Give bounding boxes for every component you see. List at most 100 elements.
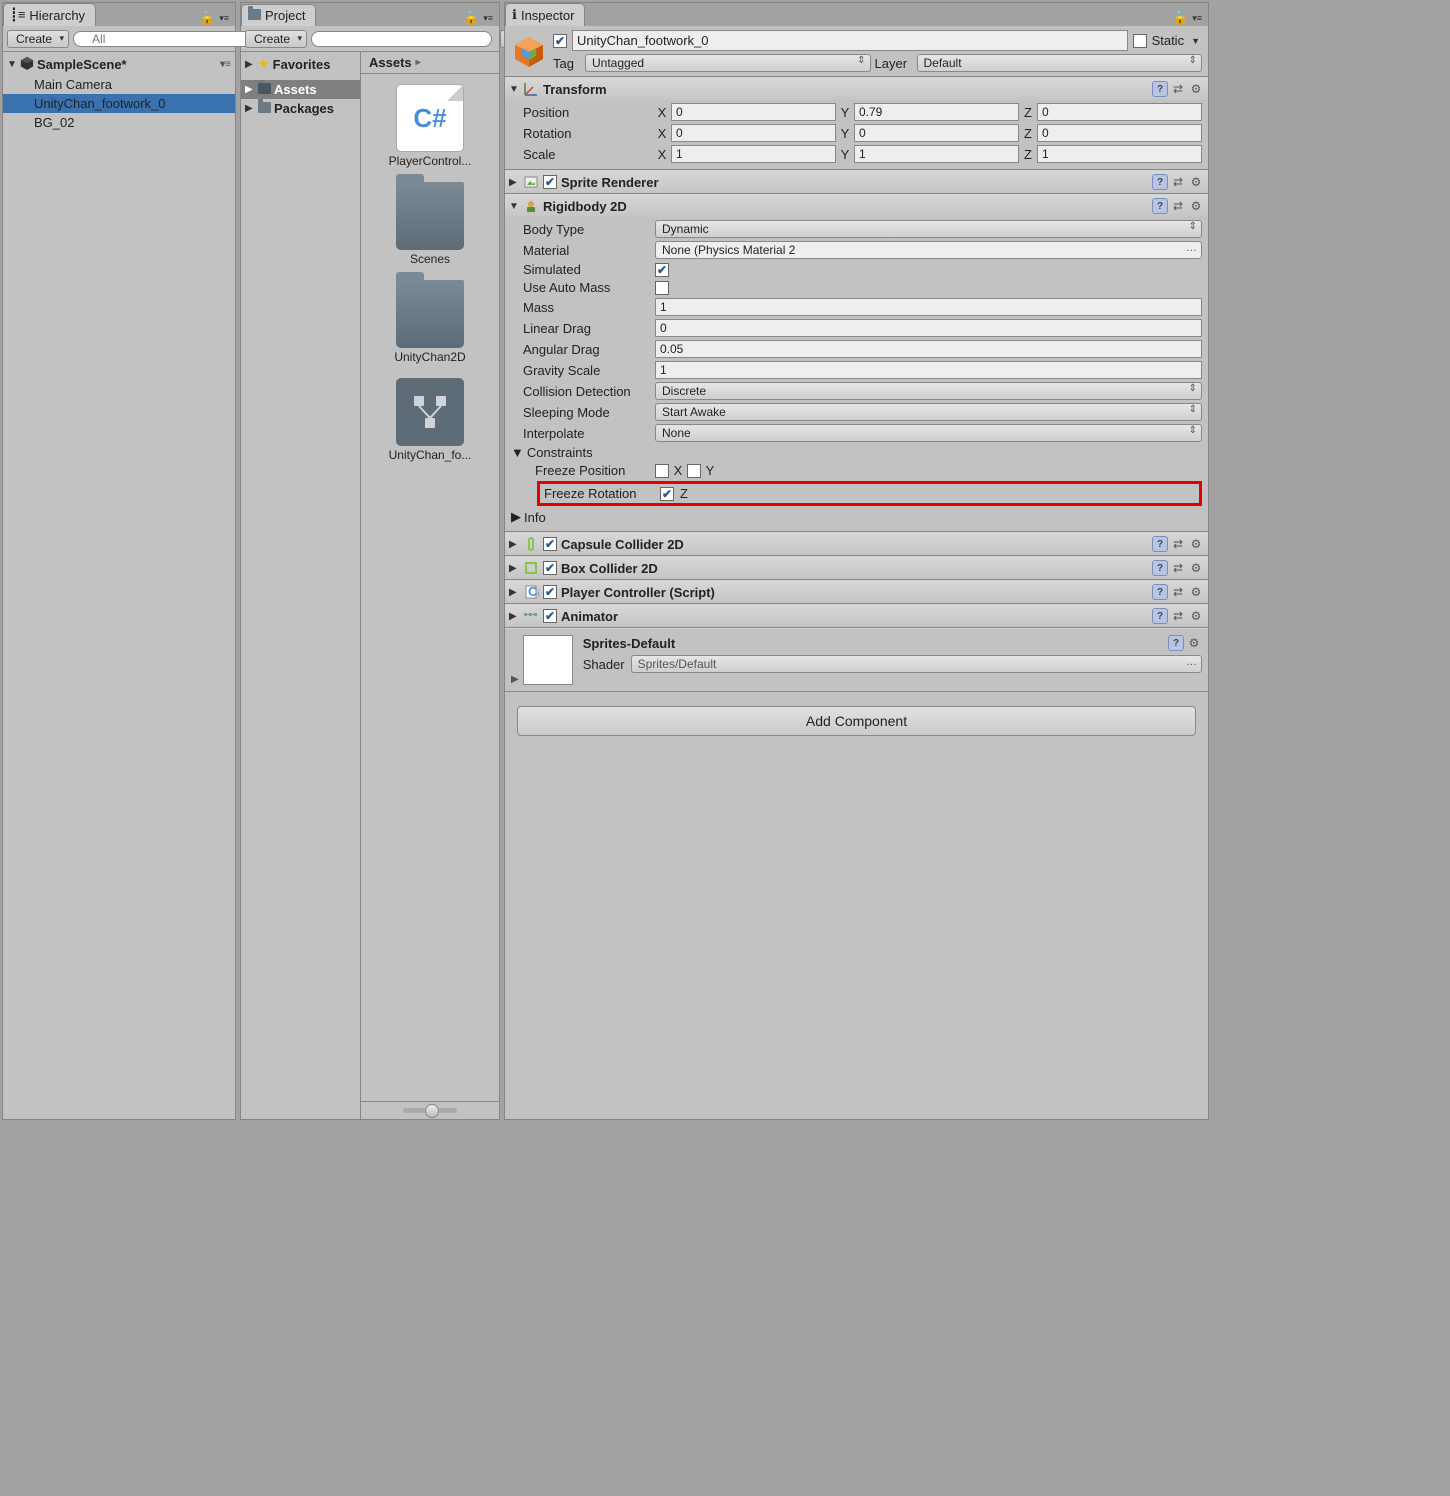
scale-x-input[interactable] [671,145,836,163]
expand-icon[interactable]: ▶ [509,177,519,188]
project-create-button[interactable]: Create [245,30,307,48]
scale-y-input[interactable] [854,145,1019,163]
project-tab[interactable]: Project [241,4,316,26]
collision-detection-dropdown[interactable]: Discrete [655,382,1202,400]
context-menu-icon[interactable]: ▾≡ [481,13,495,24]
gear-icon[interactable]: ⚙ [1188,584,1204,600]
assets-breadcrumb[interactable]: Assets ▸ [361,52,499,74]
auto-mass-checkbox[interactable] [655,281,669,295]
simulated-checkbox[interactable] [655,263,669,277]
expand-icon[interactable]: ▶ [245,59,255,70]
expand-icon[interactable]: ▶ [245,103,255,114]
material-field[interactable]: None (Physics Material 2 [655,241,1202,259]
collapse-icon[interactable]: ▼ [511,445,524,460]
help-icon[interactable]: ? [1152,560,1168,576]
position-x-input[interactable] [671,103,836,121]
preset-icon[interactable]: ⇄ [1170,174,1186,190]
rotation-z-input[interactable] [1037,124,1202,142]
expand-icon[interactable]: ▶ [245,84,255,95]
sleeping-mode-dropdown[interactable]: Start Awake [655,403,1202,421]
freeze-position-x-checkbox[interactable] [655,464,669,478]
project-folder-assets[interactable]: ▶ Assets [241,80,360,99]
gear-icon[interactable]: ⚙ [1188,174,1204,190]
static-dropdown-icon[interactable]: ▼ [1189,36,1202,46]
interpolate-dropdown[interactable]: None [655,424,1202,442]
sprite-renderer-enabled-checkbox[interactable] [543,175,557,189]
scale-z-input[interactable] [1037,145,1202,163]
collapse-icon[interactable]: ▼ [509,201,519,212]
static-checkbox[interactable] [1133,34,1147,48]
lock-icon[interactable]: 🔒 [1172,10,1188,26]
linear-drag-input[interactable] [655,319,1202,337]
project-folder-packages[interactable]: ▶ Packages [241,99,360,118]
context-menu-icon[interactable]: ▾≡ [217,13,231,24]
asset-playercontroller[interactable]: C# PlayerControl... [375,84,485,168]
material-preview[interactable] [523,635,573,685]
preset-icon[interactable]: ⇄ [1170,608,1186,624]
lock-icon[interactable]: 🔒 [199,10,215,26]
help-icon[interactable]: ? [1168,635,1184,651]
gear-icon[interactable]: ⚙ [1188,608,1204,624]
preset-icon[interactable]: ⇄ [1170,536,1186,552]
shader-dropdown[interactable]: Sprites/Default [631,655,1202,673]
inspector-tab[interactable]: ℹ Inspector [505,3,585,26]
help-icon[interactable]: ? [1152,584,1168,600]
preset-icon[interactable]: ⇄ [1170,198,1186,214]
context-menu-icon[interactable]: ▾≡ [220,59,231,70]
player-controller-enabled-checkbox[interactable] [543,585,557,599]
hierarchy-create-button[interactable]: Create [7,30,69,48]
capsule-collider-enabled-checkbox[interactable] [543,537,557,551]
help-icon[interactable]: ? [1152,536,1168,552]
hierarchy-search-input[interactable] [73,31,254,47]
preset-icon[interactable]: ⇄ [1170,81,1186,97]
help-icon[interactable]: ? [1152,608,1168,624]
collapse-icon[interactable]: ▼ [509,84,519,95]
hierarchy-item-unitychan[interactable]: UnityChan_footwork_0 [3,94,235,113]
gear-icon[interactable]: ⚙ [1188,198,1204,214]
help-icon[interactable]: ? [1152,174,1168,190]
scene-row[interactable]: ▼ SampleScene* ▾≡ [3,54,235,75]
hierarchy-item-main-camera[interactable]: Main Camera [3,75,235,94]
expand-icon[interactable]: ▶ [509,539,519,550]
asset-size-slider[interactable] [403,1108,457,1113]
preset-icon[interactable]: ⇄ [1170,584,1186,600]
asset-unitychan2d[interactable]: UnityChan2D [375,280,485,364]
mass-input[interactable] [655,298,1202,316]
box-collider-enabled-checkbox[interactable] [543,561,557,575]
add-component-button[interactable]: Add Component [517,706,1196,736]
preset-icon[interactable]: ⇄ [1170,560,1186,576]
gear-icon[interactable]: ⚙ [1188,560,1204,576]
lock-icon[interactable]: 🔒 [463,10,479,26]
gameobject-active-checkbox[interactable] [553,34,567,48]
position-z-input[interactable] [1037,103,1202,121]
expand-icon[interactable]: ▶ [511,509,521,525]
gravity-scale-input[interactable] [655,361,1202,379]
hierarchy-tab[interactable]: ┋≡ Hierarchy [3,3,96,26]
layer-dropdown[interactable]: Default [917,54,1203,72]
angular-drag-input[interactable] [655,340,1202,358]
gear-icon[interactable]: ⚙ [1188,81,1204,97]
favorites-row[interactable]: ▶ ★ Favorites [241,54,360,74]
gameobject-name-input[interactable] [572,30,1128,51]
gear-icon[interactable]: ⚙ [1188,536,1204,552]
context-menu-icon[interactable]: ▾≡ [1190,13,1204,24]
freeze-rotation-z-checkbox[interactable] [660,487,674,501]
position-y-input[interactable] [854,103,1019,121]
expand-icon[interactable]: ▼ [7,59,17,70]
hierarchy-item-bg[interactable]: BG_02 [3,113,235,132]
tag-dropdown[interactable]: Untagged [585,54,871,72]
expand-icon[interactable]: ▶ [509,563,519,574]
help-icon[interactable]: ? [1152,81,1168,97]
body-type-dropdown[interactable]: Dynamic [655,220,1202,238]
help-icon[interactable]: ? [1152,198,1168,214]
expand-icon[interactable]: ▶ [511,674,519,685]
expand-icon[interactable]: ▶ [509,611,519,622]
animator-enabled-checkbox[interactable] [543,609,557,623]
expand-icon[interactable]: ▶ [509,587,519,598]
freeze-position-y-checkbox[interactable] [687,464,701,478]
project-search-input[interactable] [311,31,492,47]
asset-unitychan-footwork[interactable]: UnityChan_fo... [375,378,485,462]
asset-scenes[interactable]: Scenes [375,182,485,266]
gear-icon[interactable]: ⚙ [1186,635,1202,651]
rotation-y-input[interactable] [854,124,1019,142]
